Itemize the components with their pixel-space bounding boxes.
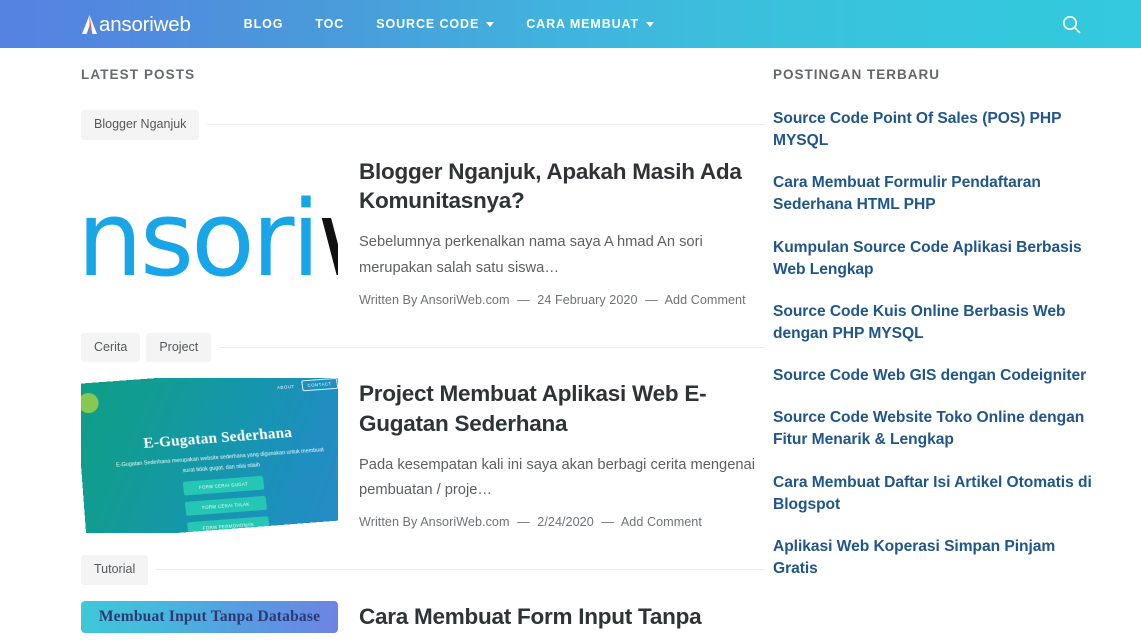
list-item: Source Code Web GIS dengan Codeigniter [773, 365, 1141, 387]
meta-separator: — [645, 292, 658, 307]
post-item: Cerita Project ABOUT CONTACT E-Gugatan S… [81, 332, 765, 533]
thumbnail-button: FORM PERMOHONAN [187, 516, 270, 533]
chevron-down-icon [646, 21, 655, 27]
post-excerpt: Sebelumnya perkenalkan nama saya A hmad … [359, 234, 703, 276]
sidebar-link[interactable]: Source Code Kuis Online Berbasis Web den… [773, 301, 1141, 345]
main-nav: BLOG TOC SOURCE CODE CARA MEMBUAT [228, 0, 670, 48]
sidebar: POSTINGAN TERBARU Source Code Point Of S… [765, 48, 1141, 642]
thumbnail-wordmark: Membuat Input Tanpa Database [98, 607, 321, 625]
page-body: LATEST POSTS Blogger Nganjuk nsoriw Blog… [0, 48, 1141, 642]
meta-separator: — [601, 515, 614, 529]
post-meta: Written By AnsoriWeb.com — 2/24/2020 — A… [359, 515, 765, 529]
thumbnail-nav-item: ABOUT [276, 383, 295, 391]
nav-item-label: BLOG [243, 17, 284, 31]
divider [207, 124, 765, 126]
thumbnail-nav-item: CONTACT [300, 378, 338, 392]
list-item: Kumpulan Source Code Aplikasi Berbasis W… [773, 237, 1141, 281]
sidebar-link[interactable]: Source Code Point Of Sales (POS) PHP MYS… [773, 108, 1141, 152]
post-text: Project Membuat Aplikasi Web E-Gugatan S… [359, 378, 765, 529]
sidebar-link[interactable]: Aplikasi Web Koperasi Simpan Pinjam Grat… [773, 536, 1141, 580]
post-thumbnail[interactable]: ABOUT CONTACT E-Gugatan Sederhana E-Guga… [81, 378, 338, 533]
post-thumbnail[interactable]: Membuat Input Tanpa Database [81, 600, 338, 633]
site-header: ansoriweb BLOG TOC SOURCE CODE CARA MEMB… [0, 0, 1141, 48]
search-icon [1062, 15, 1080, 33]
divider [156, 569, 765, 571]
post-tag[interactable]: Cerita [81, 332, 141, 362]
post-author: Written By AnsoriWeb.com [359, 292, 510, 307]
meta-separator: — [517, 292, 530, 307]
chevron-down-icon [486, 21, 495, 27]
caret-logo-icon [82, 14, 97, 34]
post-tag[interactable]: Tutorial [81, 555, 149, 585]
tag-row: Blogger Nganjuk [81, 110, 765, 140]
nav-item-cara-membuat[interactable]: CARA MEMBUAT [510, 0, 670, 48]
nav-item-blog[interactable]: BLOG [228, 0, 300, 48]
nav-item-label: SOURCE CODE [376, 17, 480, 31]
thumbnail-nav: ABOUT CONTACT [276, 378, 338, 393]
post-title[interactable]: Cara Membuat Form Input Tanpa [359, 602, 765, 632]
search-button[interactable] [1058, 11, 1084, 37]
post-date: 2/24/2020 [537, 515, 594, 529]
site-logo-text: ansoriweb [99, 12, 191, 36]
nav-item-label: TOC [315, 17, 345, 31]
post-text: Cara Membuat Form Input Tanpa [359, 601, 765, 642]
sidebar-link[interactable]: Source Code Web GIS dengan Codeigniter [773, 365, 1141, 387]
post-date: 24 February 2020 [537, 292, 638, 307]
post-body: ABOUT CONTACT E-Gugatan Sederhana E-Guga… [81, 378, 765, 533]
leaf-icon [81, 392, 100, 414]
meta-separator: — [517, 515, 530, 529]
list-item: Source Code Point Of Sales (POS) PHP MYS… [773, 108, 1141, 152]
list-item: Source Code Website Toko Online dengan F… [773, 407, 1141, 451]
thumbnail-screenshot: ABOUT CONTACT E-Gugatan Sederhana E-Guga… [81, 378, 338, 533]
post-thumbnail[interactable]: nsoriw [81, 155, 338, 311]
nav-item-toc[interactable]: TOC [299, 0, 360, 48]
post-item: Tutorial Membuat Input Tanpa Database Ca… [81, 555, 765, 642]
post-tag[interactable]: Project [146, 332, 212, 362]
main-content: LATEST POSTS Blogger Nganjuk nsoriw Blog… [0, 48, 765, 642]
list-item: Cara Membuat Daftar Isi Artikel Otomatis… [773, 472, 1141, 516]
sidebar-link[interactable]: Cara Membuat Daftar Isi Artikel Otomatis… [773, 472, 1141, 516]
recent-posts-list: Source Code Point Of Sales (POS) PHP MYS… [773, 108, 1141, 580]
tag-row: Cerita Project [81, 332, 765, 362]
thumbnail-button: FORM CERAI GUGAT [182, 475, 265, 496]
post-body: nsoriw Blogger Nganjuk, Apakah Masih Ada… [81, 155, 765, 311]
list-item: Source Code Kuis Online Berbasis Web den… [773, 301, 1141, 345]
divider [219, 346, 765, 348]
post-excerpt: Pada kesempatan kali ini saya akan berba… [359, 456, 755, 499]
post-title[interactable]: Project Membuat Aplikasi Web E-Gugatan S… [359, 379, 765, 439]
list-item: Cara Membuat Formulir Pendaftaran Sederh… [773, 172, 1141, 216]
post-author: Written By AnsoriWeb.com [359, 515, 510, 529]
post-meta: Written By AnsoriWeb.com — 24 February 2… [359, 293, 765, 307]
tag-row: Tutorial [81, 555, 765, 585]
post-title[interactable]: Blogger Nganjuk, Apakah Masih Ada Komuni… [359, 157, 765, 217]
post-text: Blogger Nganjuk, Apakah Masih Ada Komuni… [359, 156, 765, 307]
sidebar-link[interactable]: Kumpulan Source Code Aplikasi Berbasis W… [773, 237, 1141, 281]
post-item: Blogger Nganjuk nsoriw Blogger Nganjuk, … [81, 110, 765, 311]
page-title: LATEST POSTS [81, 67, 196, 82]
post-body: Membuat Input Tanpa Database Cara Membua… [81, 600, 765, 642]
sidebar-link[interactable]: Source Code Website Toko Online dengan F… [773, 407, 1141, 451]
sidebar-title: POSTINGAN TERBARU [773, 67, 941, 82]
sidebar-link[interactable]: Cara Membuat Formulir Pendaftaran Sederh… [773, 172, 1141, 216]
nav-item-label: CARA MEMBUAT [526, 17, 640, 31]
add-comment-link[interactable]: Add Comment [621, 515, 702, 529]
post-tag[interactable]: Blogger Nganjuk [81, 110, 200, 140]
list-item: Aplikasi Web Koperasi Simpan Pinjam Grat… [773, 536, 1141, 580]
add-comment-link[interactable]: Add Comment [665, 293, 746, 307]
nav-item-source-code[interactable]: SOURCE CODE [360, 0, 510, 48]
thumbnail-wordmark: nsoriw [81, 178, 338, 300]
thumbnail-button: FORM CERAI TALAK [184, 495, 268, 516]
site-logo[interactable]: ansoriweb [81, 0, 191, 48]
